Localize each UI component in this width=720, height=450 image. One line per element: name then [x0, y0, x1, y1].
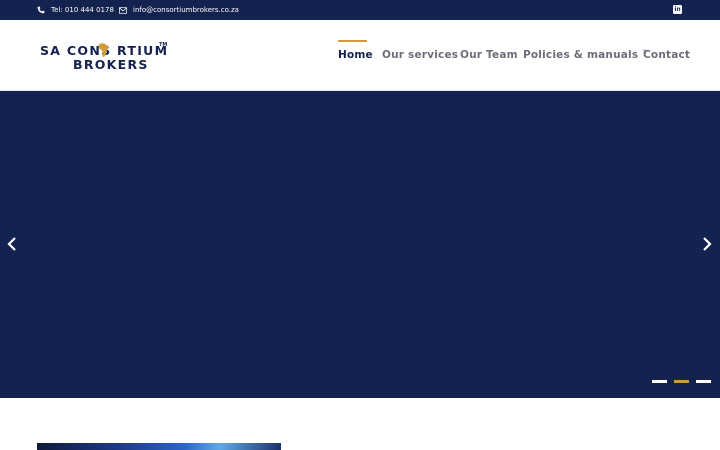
prev-slide-button[interactable] — [6, 235, 18, 253]
nav-our-services[interactable]: Our services — [382, 49, 458, 61]
phone-contact[interactable]: Tel: 010 444 0178 — [37, 0, 114, 20]
nav-policies-manuals[interactable]: Policies & manuals ˅ — [523, 49, 648, 61]
phone-text: Tel: 010 444 0178 — [51, 6, 114, 14]
phone-icon — [37, 6, 45, 14]
nav-our-team[interactable]: Our Team — [460, 49, 518, 61]
main-nav: Home Our services Our Team Policies & ma… — [0, 20, 720, 91]
next-slide-button[interactable] — [701, 235, 713, 253]
content-section — [0, 398, 720, 450]
slide-dot-3[interactable] — [696, 380, 711, 383]
email-contact[interactable]: info@consortiumbrokers.co.za — [119, 0, 239, 20]
nav-home[interactable]: Home — [338, 49, 373, 61]
active-indicator — [338, 40, 367, 42]
email-text: info@consortiumbrokers.co.za — [133, 6, 239, 14]
mail-icon — [119, 6, 127, 14]
feature-image — [37, 443, 281, 450]
slide-dot-2[interactable] — [674, 380, 689, 383]
slide-dot-1[interactable] — [652, 380, 667, 383]
slide-indicators — [652, 380, 711, 383]
linkedin-icon[interactable]: in — [673, 5, 682, 14]
chevron-right-icon — [703, 237, 712, 251]
nav-contact[interactable]: Contact — [643, 49, 690, 61]
chevron-left-icon — [7, 237, 16, 251]
hero-slider — [0, 91, 720, 398]
top-bar: Tel: 010 444 0178 info@consortiumbrokers… — [0, 0, 720, 20]
